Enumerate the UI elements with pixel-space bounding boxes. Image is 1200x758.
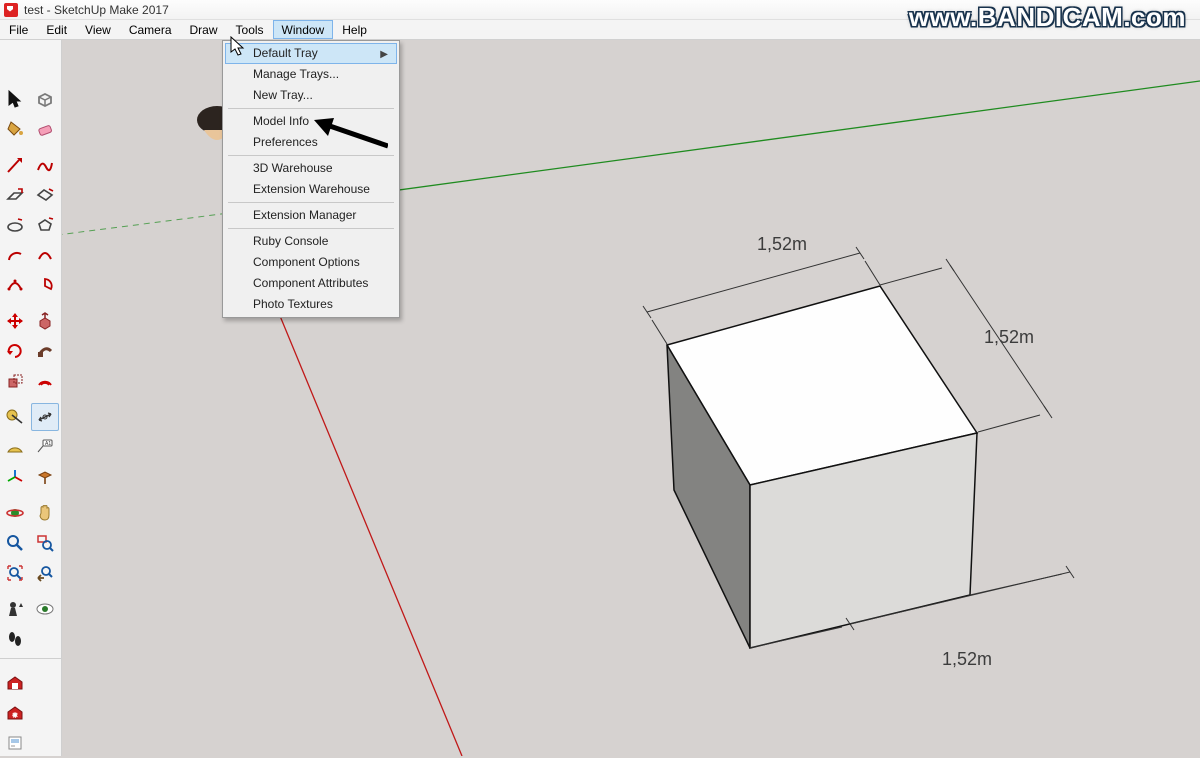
tool-pie[interactable] (31, 271, 59, 299)
tool-polygon[interactable] (31, 211, 59, 239)
menu-separator (228, 202, 394, 203)
tool-zoom-window[interactable] (31, 529, 59, 557)
menu-item-extension-manager[interactable]: Extension Manager (225, 205, 397, 226)
tool-arc[interactable] (1, 241, 29, 269)
tool-look-around[interactable] (31, 595, 59, 623)
tool-position-camera[interactable] (1, 595, 29, 623)
tool-follow-me[interactable] (31, 337, 59, 365)
menu-item-3d-warehouse[interactable]: 3D Warehouse (225, 158, 397, 179)
menu-item-default-tray[interactable]: Default Tray ▶ (225, 43, 397, 64)
tool-dimension[interactable] (31, 403, 59, 431)
left-toolbar: A1 (0, 40, 62, 756)
tool-scale[interactable] (1, 367, 29, 395)
tool-push-pull[interactable] (31, 307, 59, 335)
axis-green-neg (62, 212, 237, 260)
tool-paint-bucket[interactable] (1, 115, 29, 143)
menu-camera[interactable]: Camera (120, 20, 181, 39)
tool-rectangle[interactable] (1, 181, 29, 209)
menu-draw[interactable]: Draw (181, 20, 227, 39)
tool-move[interactable] (1, 307, 29, 335)
tool-previous[interactable] (31, 559, 59, 587)
menu-separator (228, 155, 394, 156)
menu-item-model-info[interactable]: Model Info (225, 111, 397, 132)
tool-2point-arc[interactable] (31, 241, 59, 269)
dimension-top-label: 1,52m (757, 234, 807, 254)
tool-tape-measure[interactable] (1, 403, 29, 431)
watermark-bandicam: www.BANDICAM.com (895, 0, 1200, 37)
tool-freehand[interactable] (31, 151, 59, 179)
label: Default Tray (253, 46, 318, 60)
menu-file[interactable]: File (0, 20, 37, 39)
tool-make-component[interactable] (31, 85, 59, 113)
tool-rotated-rectangle[interactable] (31, 181, 59, 209)
tool-text[interactable]: A1 (31, 433, 59, 461)
tool-send-to-layout[interactable] (1, 729, 29, 757)
svg-text:A1: A1 (45, 441, 51, 447)
app-icon (4, 3, 18, 17)
tool-protractor[interactable] (1, 433, 29, 461)
menu-item-extension-warehouse[interactable]: Extension Warehouse (225, 179, 397, 200)
dimension-bottom-label: 1,52m (942, 649, 992, 669)
window-menu-dropdown: Default Tray ▶ Manage Trays... New Tray.… (222, 40, 400, 318)
menu-edit[interactable]: Edit (37, 20, 76, 39)
tool-eraser[interactable] (31, 115, 59, 143)
tool-3point-arc[interactable] (1, 271, 29, 299)
menu-view[interactable]: View (76, 20, 120, 39)
tool-walk[interactable] (1, 625, 29, 653)
menu-window[interactable]: Window (273, 20, 334, 39)
menu-tools[interactable]: Tools (227, 20, 273, 39)
tool-orbit[interactable] (1, 499, 29, 527)
menu-item-ruby-console[interactable]: Ruby Console (225, 231, 397, 252)
tool-select[interactable] (1, 85, 29, 113)
tool-section-plane[interactable] (31, 463, 59, 491)
menu-item-new-tray[interactable]: New Tray... (225, 85, 397, 106)
tool-extension-warehouse[interactable] (1, 699, 29, 727)
submenu-arrow-icon: ▶ (380, 47, 388, 62)
tool-zoom[interactable] (1, 529, 29, 557)
dimension-right-label: 1,52m (984, 327, 1034, 347)
tool-offset[interactable] (31, 367, 59, 395)
menu-separator (228, 108, 394, 109)
menu-help[interactable]: Help (333, 20, 376, 39)
cube-model[interactable] (667, 286, 977, 648)
menu-item-component-attributes[interactable]: Component Attributes (225, 273, 397, 294)
tool-3d-warehouse[interactable] (1, 669, 29, 697)
menu-separator (228, 228, 394, 229)
menu-item-component-options[interactable]: Component Options (225, 252, 397, 273)
tool-zoom-extents[interactable] (1, 559, 29, 587)
menu-item-preferences[interactable]: Preferences (225, 132, 397, 153)
tool-axes[interactable] (1, 463, 29, 491)
tool-rotate[interactable] (1, 337, 29, 365)
tool-pan[interactable] (31, 499, 59, 527)
tool-line[interactable] (1, 151, 29, 179)
tool-circle[interactable] (1, 211, 29, 239)
menu-item-photo-textures[interactable]: Photo Textures (225, 294, 397, 315)
window-title: test - SketchUp Make 2017 (24, 3, 169, 17)
menu-item-manage-trays[interactable]: Manage Trays... (225, 64, 397, 85)
